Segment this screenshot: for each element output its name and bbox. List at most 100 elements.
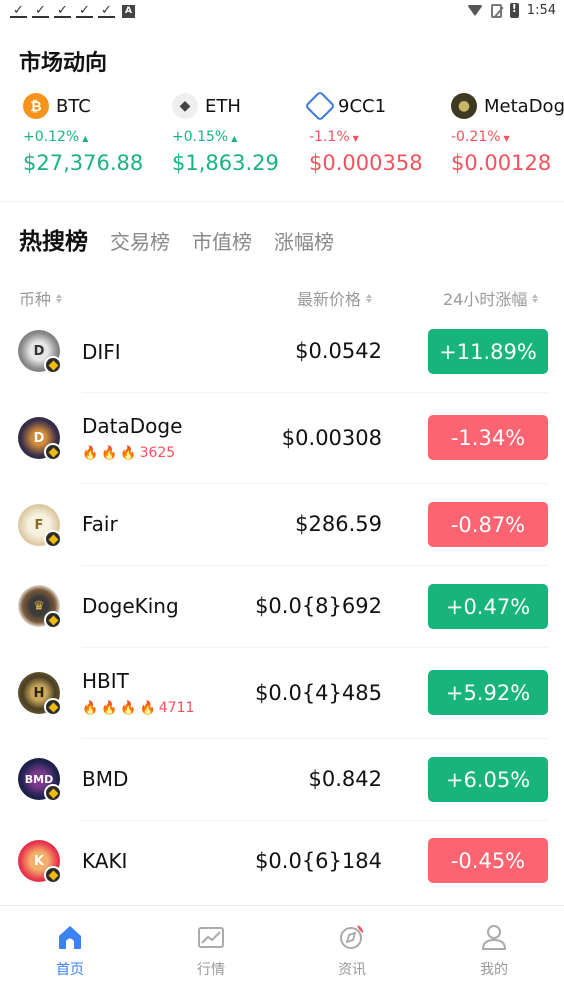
metadoge-logo-icon: ● [451, 93, 477, 119]
9cc1-logo-icon [304, 92, 336, 122]
dogeking-logo-icon: ♛ [18, 585, 62, 629]
coin-name: HBIT [82, 669, 129, 693]
table-row[interactable]: D DataDoge 🔥 🔥 🔥 3625 $0.00308 -1.34% [0, 393, 564, 484]
change-column-header[interactable]: 24小时涨幅 [443, 286, 539, 310]
ticker-change: +0.12% ▲ [23, 129, 89, 145]
hot-score: 4711 [158, 700, 195, 716]
nav-label: 资讯 [338, 962, 366, 978]
up-arrow-icon: ▲ [231, 134, 238, 143]
wifi-icon [466, 5, 483, 16]
coin-column-header[interactable]: 币种 [19, 286, 63, 310]
no-sim-icon [490, 3, 502, 18]
status-bar: ✓ ✓ ✓ ✓ ✓ A 1:54 [0, 0, 564, 24]
bnb-chain-icon [44, 443, 62, 461]
coin-price: $0.0{6}184 [255, 849, 382, 873]
table-row[interactable]: K KAKI $0.0{6}184 -0.45% [0, 821, 564, 903]
flame-icon: 🔥 [120, 700, 137, 716]
table-row[interactable]: D DIFI $0.0542 +11.89% [0, 327, 564, 393]
ticker-card[interactable]: 9CC1 -1.1% ▼ $0.000358 [304, 92, 423, 187]
section-divider [0, 201, 564, 202]
ticker-row[interactable]: ₿ BTC +0.12% ▲ $27,376.88 ◆ ETH +0.15% ▲ $… [0, 92, 564, 187]
table-row[interactable]: BMD BMD $0.842 +6.05% [0, 739, 564, 821]
coin-name: DogeKing [82, 594, 179, 618]
check-notification-icon: ✓ [98, 4, 115, 18]
bnb-chain-icon [44, 784, 62, 802]
app-notification-icon: A [122, 5, 135, 18]
ticker-symbol: 9CC1 [338, 95, 387, 117]
change-badge[interactable]: +0.47% [428, 584, 548, 629]
flame-icon: 🔥 [101, 445, 118, 461]
ticker-change: -0.21% ▼ [451, 129, 510, 145]
tab-hot-search[interactable]: 热搜榜 [19, 222, 88, 256]
profile-icon [479, 922, 509, 952]
flame-icon: 🔥 [82, 445, 99, 461]
down-arrow-icon: ▼ [352, 134, 359, 143]
datadoge-logo-icon: D [18, 417, 62, 461]
tab-trading[interactable]: 交易榜 [110, 226, 170, 255]
ticker-price: $0.000358 [309, 151, 423, 175]
tab-gainers[interactable]: 涨幅榜 [274, 226, 334, 255]
coin-price: $286.59 [295, 512, 382, 536]
sort-icon [56, 293, 63, 303]
ticker-price: $0.00128 [451, 151, 552, 175]
table-header: 币种 最新价格 24小时涨幅 [0, 286, 564, 310]
tab-market-cap[interactable]: 市值榜 [192, 226, 252, 255]
bnb-chain-icon [44, 611, 62, 629]
eth-logo-icon: ◆ [172, 93, 198, 119]
coin-name: DataDoge [82, 414, 183, 438]
table-row[interactable]: H HBIT 🔥 🔥 🔥 🔥 4711 $0.0{4}485 +5.92% [0, 648, 564, 739]
table-row[interactable]: F Fair $286.59 -0.87% [0, 484, 564, 566]
hot-indicator: 🔥 🔥 🔥 🔥 4711 [82, 700, 194, 716]
check-notification-icon: ✓ [76, 4, 93, 18]
table-row[interactable]: ♛ DogeKing $0.0{8}692 +0.47% [0, 566, 564, 648]
change-badge[interactable]: +5.92% [428, 670, 548, 715]
nav-news[interactable]: 资讯 [302, 922, 402, 979]
ticker-symbol: BTC [56, 95, 91, 117]
hbit-logo-icon: H [18, 672, 62, 716]
down-arrow-icon: ▼ [503, 134, 510, 143]
home-icon [55, 922, 85, 952]
ticker-change: -1.1% ▼ [309, 129, 359, 145]
notification-icons: ✓ ✓ ✓ ✓ ✓ A [10, 4, 135, 18]
check-notification-icon: ✓ [54, 4, 71, 18]
coin-price: $0.0{4}485 [255, 681, 382, 705]
bnb-chain-icon [44, 866, 62, 884]
flame-icon: 🔥 [101, 700, 118, 716]
coin-name: DIFI [82, 340, 121, 364]
coin-name: BMD [82, 767, 129, 791]
bmd-logo-icon: BMD [18, 758, 62, 802]
ticker-change: +0.15% ▲ [172, 129, 238, 145]
kaki-logo-icon: K [18, 840, 62, 884]
flame-icon: 🔥 [82, 700, 99, 716]
change-badge[interactable]: -0.45% [428, 838, 548, 883]
nav-label: 我的 [480, 962, 508, 978]
flame-icon: 🔥 [120, 445, 137, 461]
ticker-card[interactable]: ◆ ETH +0.15% ▲ $1,863.29 [172, 92, 279, 187]
change-badge[interactable]: -1.34% [428, 415, 548, 460]
news-icon [337, 922, 367, 952]
bottom-nav: 首页 行情 资讯 我的 [0, 905, 564, 1002]
battery-icon [509, 2, 519, 18]
nav-profile[interactable]: 我的 [444, 922, 544, 979]
coin-name: Fair [82, 512, 118, 536]
ticker-card[interactable]: ● MetaDoge -0.21%▼ $0.00128 [451, 92, 564, 187]
coin-name: KAKI [82, 849, 128, 873]
up-arrow-icon: ▲ [82, 134, 89, 143]
sort-icon [532, 293, 539, 303]
coin-price: $0.00308 [281, 426, 382, 450]
nav-home[interactable]: 首页 [20, 922, 120, 979]
system-icons: 1:54 [466, 2, 556, 18]
change-badge[interactable]: -0.87% [428, 502, 548, 547]
change-badge[interactable]: +6.05% [428, 757, 548, 802]
chart-icon [196, 922, 226, 952]
change-badge[interactable]: +11.89% [428, 329, 548, 374]
coin-price: $0.0542 [295, 339, 382, 363]
nav-market[interactable]: 行情 [161, 922, 261, 979]
sort-icon [366, 293, 373, 303]
price-column-header[interactable]: 最新价格 [297, 286, 373, 310]
nav-label: 行情 [197, 962, 225, 978]
ticker-card[interactable]: ₿ BTC +0.12% ▲ $27,376.88 [23, 92, 143, 187]
flame-icon: 🔥 [139, 700, 156, 716]
hot-score: 3625 [139, 445, 176, 461]
check-notification-icon: ✓ [10, 4, 27, 18]
